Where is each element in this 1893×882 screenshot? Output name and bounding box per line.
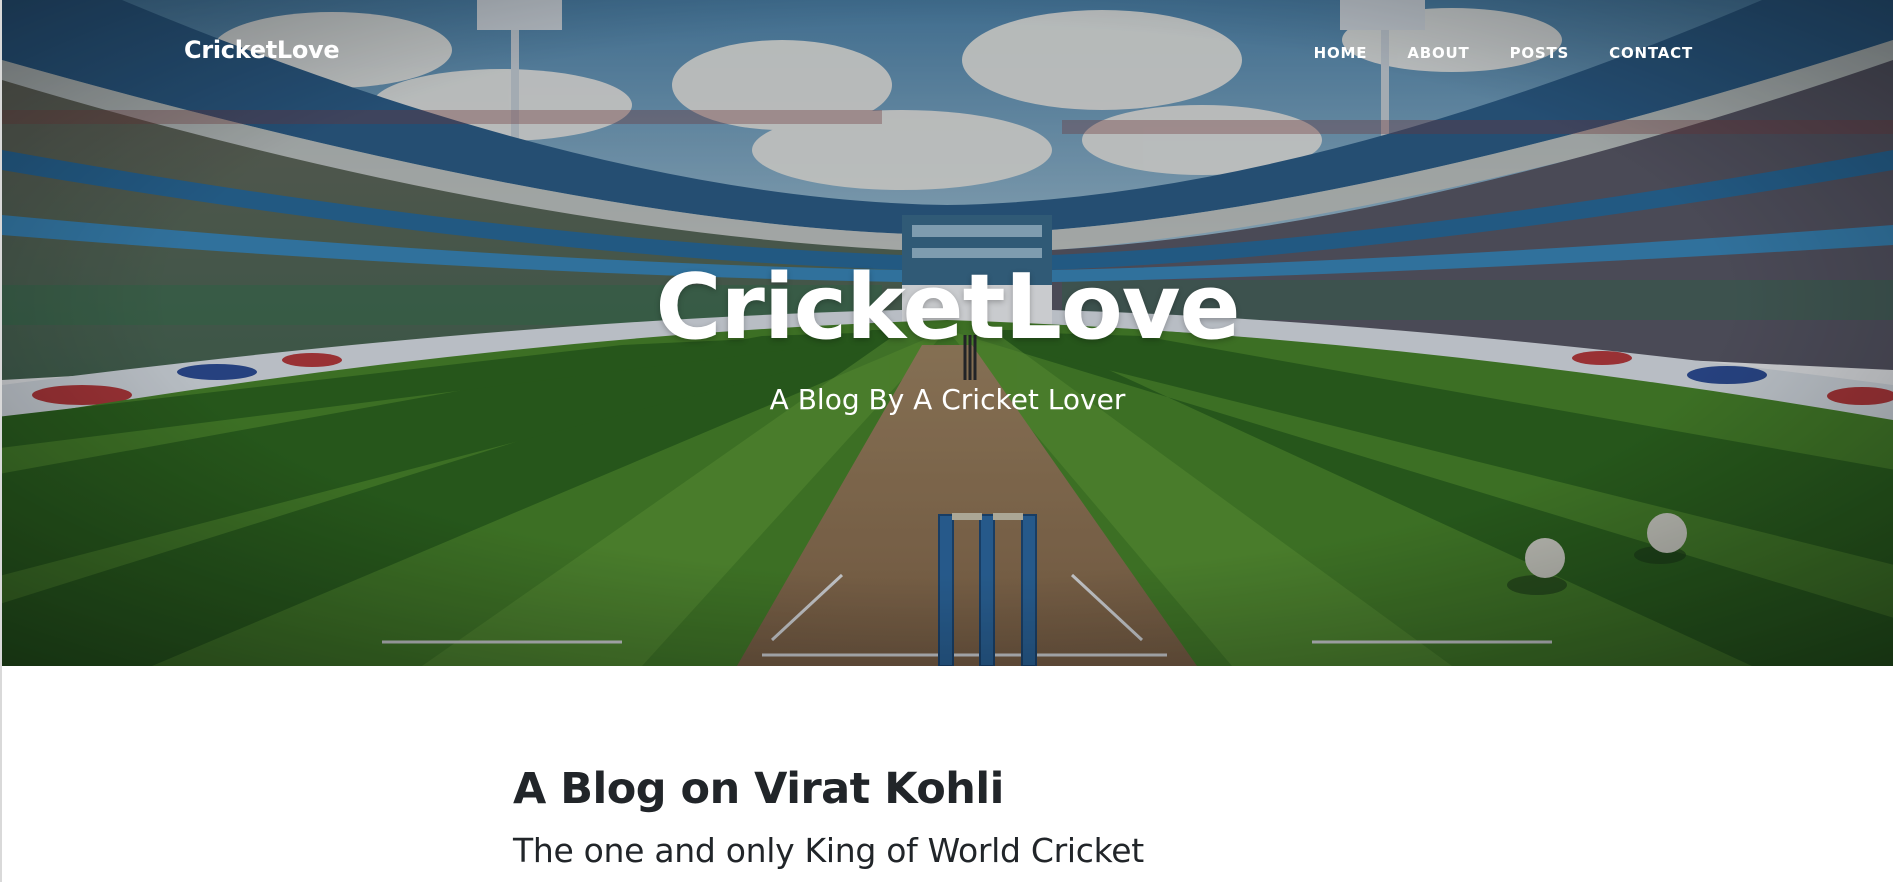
navbar-brand-link[interactable]: CricketLove bbox=[184, 36, 340, 64]
nav-item-about[interactable]: ABOUT bbox=[1387, 44, 1489, 62]
hero-subheading: A Blog By A Cricket Lover bbox=[769, 383, 1126, 416]
post-subtitle[interactable]: The one and only King of World Cricket bbox=[513, 831, 1144, 870]
main-navigation: HOME ABOUT POSTS CONTACT bbox=[1294, 44, 1693, 62]
nav-item-contact[interactable]: CONTACT bbox=[1589, 44, 1693, 62]
nav-item-posts[interactable]: POSTS bbox=[1490, 44, 1590, 62]
hero-heading: CricketLove bbox=[655, 255, 1240, 360]
page: CricketLove HOME ABOUT POSTS CONTACT Cri… bbox=[0, 0, 1893, 882]
hero-header: CricketLove HOME ABOUT POSTS CONTACT Cri… bbox=[2, 0, 1893, 666]
nav-item-home[interactable]: HOME bbox=[1294, 44, 1388, 62]
post-title[interactable]: A Blog on Virat Kohli bbox=[513, 764, 1004, 814]
